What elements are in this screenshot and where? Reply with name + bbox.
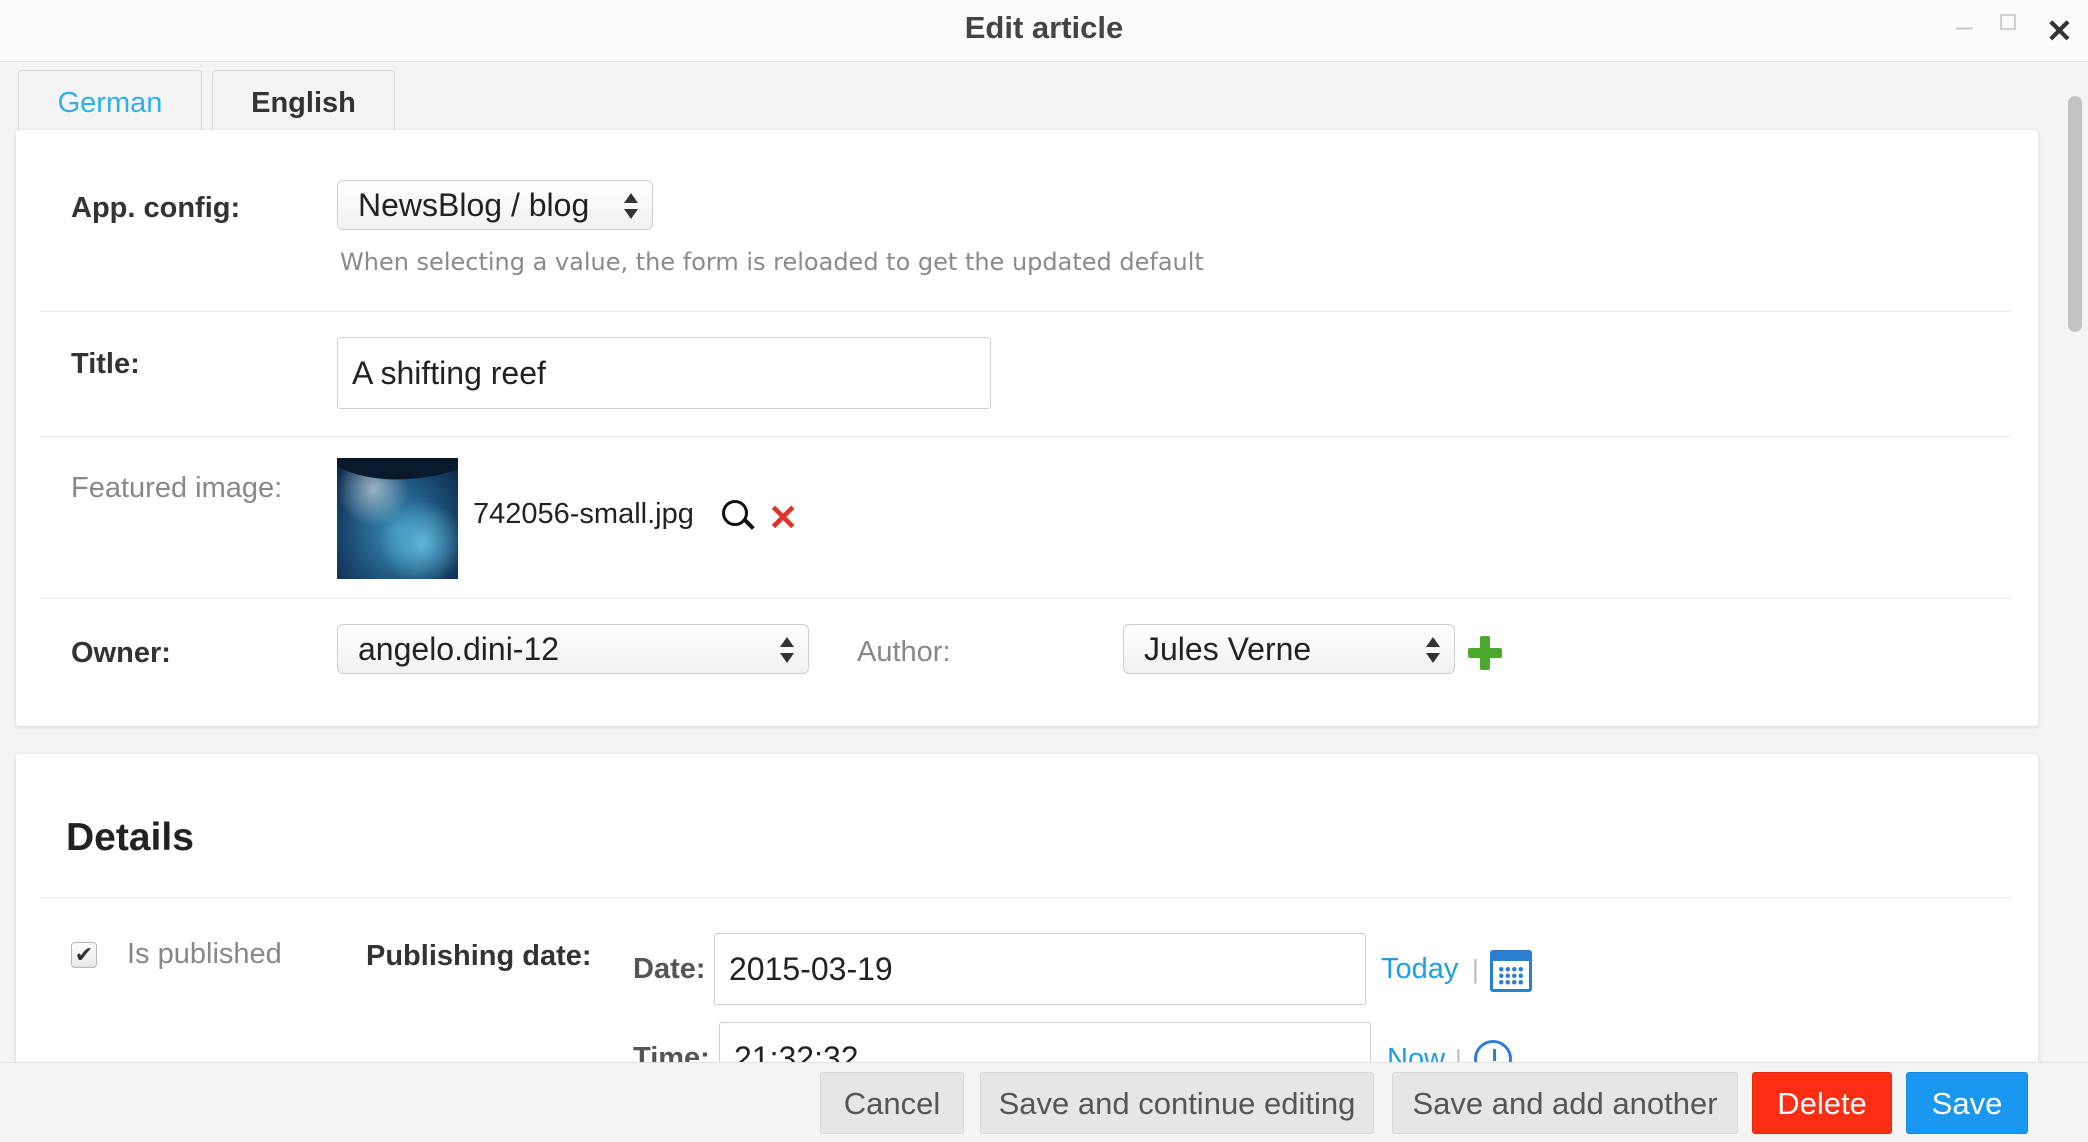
owner-label: Owner:	[71, 637, 171, 669]
tab-english[interactable]: English	[212, 70, 395, 134]
save-add-another-button[interactable]: Save and add another	[1392, 1072, 1738, 1134]
row-divider	[40, 311, 2012, 312]
add-icon[interactable]	[1466, 634, 1504, 672]
article-form-panel	[16, 130, 2038, 726]
minimize-icon[interactable]: –	[1956, 10, 1973, 44]
is-published-checkbox[interactable]: ✔	[71, 942, 97, 968]
search-icon[interactable]	[722, 500, 752, 536]
title-input[interactable]: A shifting reef	[337, 337, 991, 409]
date-label: Date:	[633, 953, 706, 985]
is-published-label: Is published	[127, 938, 282, 970]
featured-image-thumbnail[interactable]	[337, 458, 458, 579]
date-input[interactable]: 2015-03-19	[714, 933, 1366, 1005]
window-titlebar: Edit article – ✕	[0, 0, 2088, 62]
publishing-date-label: Publishing date:	[366, 940, 592, 972]
calendar-icon[interactable]	[1490, 950, 1532, 992]
row-divider	[40, 897, 2012, 898]
title-label: Title:	[71, 348, 140, 380]
app-config-help-text: When selecting a value, the form is relo…	[340, 248, 1204, 276]
maximize-icon[interactable]	[2000, 14, 2016, 30]
window-title: Edit article	[964, 10, 1124, 45]
owner-value: angelo.dini-12	[358, 631, 560, 667]
author-select[interactable]: Jules Verne	[1123, 624, 1455, 674]
details-heading: Details	[66, 816, 194, 859]
row-divider	[40, 436, 2012, 437]
cancel-button[interactable]: Cancel	[820, 1072, 964, 1134]
delete-button[interactable]: Delete	[1752, 1072, 1892, 1134]
save-button[interactable]: Save	[1906, 1072, 2028, 1134]
today-link[interactable]: Today	[1381, 953, 1458, 986]
delete-icon[interactable]: ✕	[768, 496, 798, 540]
row-divider	[40, 598, 2012, 599]
app-config-select[interactable]: NewsBlog / blog	[337, 180, 653, 230]
close-icon[interactable]: ✕	[2046, 12, 2073, 50]
tab-german[interactable]: German	[18, 70, 202, 134]
link-separator: |	[1472, 954, 1479, 984]
app-config-value: NewsBlog / blog	[358, 187, 590, 223]
featured-image-filename: 742056-small.jpg	[473, 498, 694, 530]
save-continue-button[interactable]: Save and continue editing	[980, 1072, 1374, 1134]
app-config-label: App. config:	[71, 192, 241, 224]
select-arrows-icon	[1426, 633, 1440, 667]
featured-image-label: Featured image:	[71, 472, 283, 504]
select-arrows-icon	[624, 189, 638, 223]
author-value: Jules Verne	[1144, 631, 1312, 667]
select-arrows-icon	[780, 633, 794, 667]
owner-select[interactable]: angelo.dini-12	[337, 624, 809, 674]
author-label: Author:	[857, 636, 951, 668]
scrollbar-thumb[interactable]	[2068, 96, 2082, 332]
